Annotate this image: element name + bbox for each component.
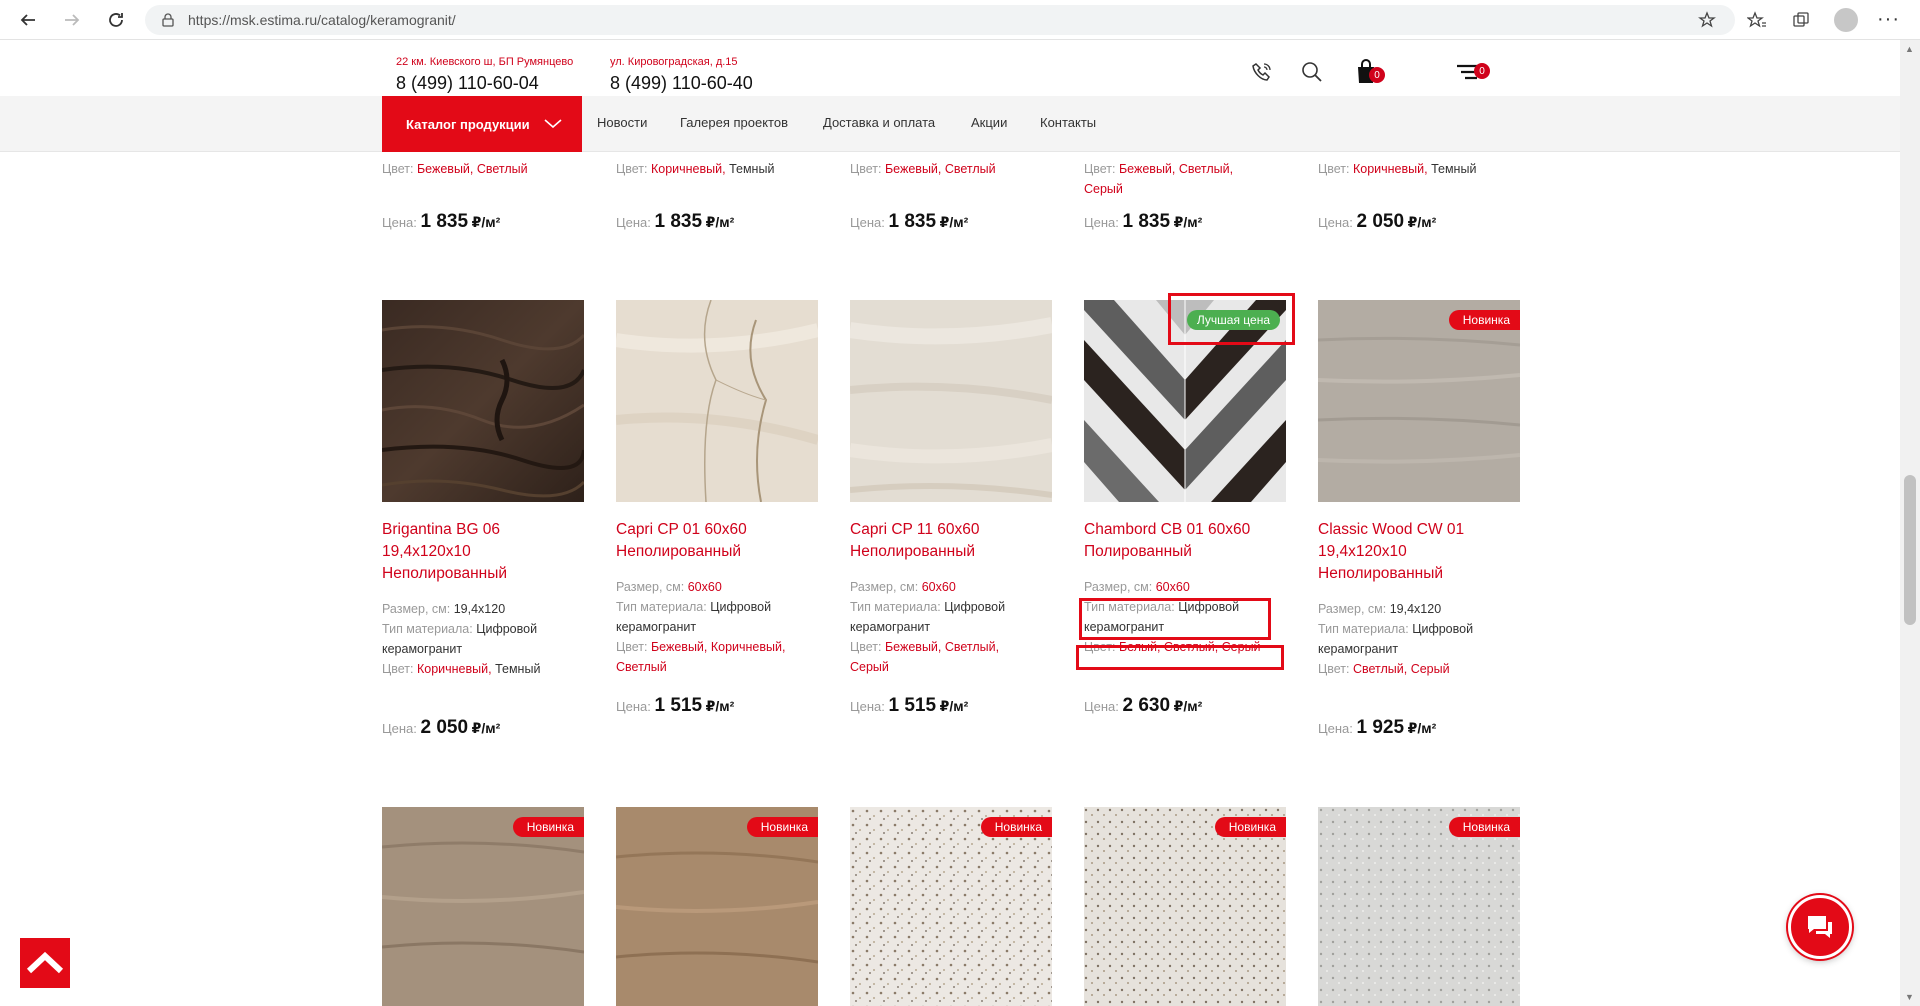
top-card-5-color: Цвет: Коричневый, Темный	[1318, 162, 1477, 176]
favorites-icon[interactable]	[1746, 9, 1768, 31]
product-image-capri-cp11[interactable]	[850, 300, 1052, 502]
address-1: 22 км. Киевского ш, БП Румянцево	[396, 56, 574, 68]
chat-button[interactable]	[1788, 895, 1852, 959]
nav-link-delivery[interactable]: Доставка и оплата	[823, 115, 935, 130]
product-image-classic-wood[interactable]: Новинка	[1318, 300, 1520, 502]
phone-1[interactable]: 8 (499) 110-60-04	[396, 73, 539, 94]
scroll-to-top-button[interactable]	[20, 938, 70, 988]
forward-icon[interactable]	[60, 8, 84, 32]
browser-toolbar: https://msk.estima.ru/catalog/keramogran…	[0, 0, 1920, 40]
product-price-capri-cp01: Цена: 1 515 ₽/м²	[616, 695, 735, 716]
search-icon[interactable]	[1298, 58, 1326, 86]
product-specs-classic-wood: Размер, см: 19,4x120 Тип материала: Цифр…	[1318, 602, 1474, 676]
product-price-chambord: Цена: 2 630 ₽/м²	[1084, 695, 1203, 716]
product-title-classic-wood[interactable]: Classic Wood CW 01 19,4x120x10 Неполиров…	[1318, 519, 1520, 585]
callback-phone-icon[interactable]	[1248, 58, 1276, 86]
badge-new: Новинка	[512, 817, 584, 837]
product-specs-capri-cp01: Размер, см: 60x60 Тип материала: Цифрово…	[616, 580, 786, 674]
product-image-capri-cp01[interactable]	[616, 300, 818, 502]
compare-counter: 0	[1474, 63, 1490, 79]
site-header: 22 км. Киевского ш, БП Румянцево 8 (499)…	[0, 40, 1900, 96]
product-image-bottom-3[interactable]: Новинка	[850, 807, 1052, 1006]
catalog-button[interactable]: Каталог продукции	[382, 96, 582, 152]
main-nav: Каталог продукции Новости Галерея проект…	[0, 96, 1900, 152]
cart-counter: 0	[1369, 67, 1385, 83]
nav-link-contacts[interactable]: Контакты	[1040, 115, 1096, 130]
phone-2[interactable]: 8 (499) 110-60-40	[610, 73, 753, 94]
product-title-capri-cp11[interactable]: Capri CP 11 60x60 Неполированный	[850, 519, 1052, 563]
product-specs-capri-cp11: Размер, см: 60x60 Тип материала: Цифрово…	[850, 580, 1006, 674]
more-menu-icon[interactable]: ···	[1877, 8, 1900, 31]
annotation-box-material	[1079, 598, 1271, 640]
annotation-box-color	[1076, 645, 1284, 670]
product-title-brigantina[interactable]: Brigantina BG 06 19,4x120x10 Неполирован…	[382, 519, 584, 585]
product-image-bottom-5[interactable]: Новинка	[1318, 807, 1520, 1006]
chat-icon	[1808, 916, 1832, 938]
product-title-chambord[interactable]: Chambord CB 01 60x60 Полированный	[1084, 519, 1286, 563]
profile-avatar[interactable]	[1834, 8, 1858, 32]
badge-new: Новинка	[1448, 817, 1520, 837]
product-price-brigantina: Цена: 2 050 ₽/м²	[382, 717, 501, 738]
product-image-bottom-2[interactable]: Новинка	[616, 807, 818, 1006]
favorite-add-icon[interactable]	[1696, 9, 1718, 31]
nav-link-news[interactable]: Новости	[597, 115, 647, 130]
product-price-capri-cp11: Цена: 1 515 ₽/м²	[850, 695, 969, 716]
reload-icon[interactable]	[104, 8, 128, 32]
annotation-box-badge	[1168, 293, 1295, 345]
page-scrollbar[interactable]: ▲ ▼	[1900, 40, 1920, 1006]
lock-icon	[162, 13, 174, 27]
catalog-button-label: Каталог продукции	[406, 116, 530, 132]
top-card-3-price: Цена: 1 835 ₽/м²	[850, 211, 969, 232]
badge-new: Новинка	[746, 817, 818, 837]
badge-new: Новинка	[980, 817, 1052, 837]
top-card-2-color: Цвет: Коричневый, Темный	[616, 162, 775, 176]
top-card-2-price: Цена: 1 835 ₽/м²	[616, 211, 735, 232]
top-card-1-price: Цена: 1 835 ₽/м²	[382, 211, 501, 232]
top-card-4-price: Цена: 1 835 ₽/м²	[1084, 211, 1203, 232]
product-specs-brigantina: Размер, см: 19,4x120 Тип материала: Цифр…	[382, 602, 541, 676]
top-card-5-price: Цена: 2 050 ₽/м²	[1318, 211, 1437, 232]
back-icon[interactable]	[16, 8, 40, 32]
url-text: https://msk.estima.ru/catalog/keramogran…	[188, 12, 456, 28]
badge-new: Новинка	[1448, 310, 1520, 330]
nav-link-gallery[interactable]: Галерея проектов	[680, 115, 788, 130]
top-card-1-color: Цвет: Бежевый, Светлый	[382, 162, 528, 176]
product-title-capri-cp01[interactable]: Capri CP 01 60x60 Неполированный	[616, 519, 818, 563]
address-bar[interactable]: https://msk.estima.ru/catalog/keramogran…	[145, 5, 1735, 35]
product-image-brigantina[interactable]	[382, 300, 584, 502]
scroll-up-arrow-icon[interactable]: ▲	[1905, 44, 1914, 54]
product-image-bottom-4[interactable]: Новинка	[1084, 807, 1286, 1006]
address-2: ул. Кировоградская, д.15	[610, 56, 738, 68]
chevron-up-icon	[26, 951, 64, 974]
badge-new: Новинка	[1214, 817, 1286, 837]
top-card-3-color: Цвет: Бежевый, Светлый	[850, 162, 996, 176]
product-price-classic-wood: Цена: 1 925 ₽/м²	[1318, 717, 1437, 738]
product-image-bottom-1[interactable]: Новинка	[382, 807, 584, 1006]
collections-icon[interactable]	[1790, 9, 1812, 31]
scroll-down-arrow-icon[interactable]: ▼	[1905, 992, 1914, 1002]
scrollbar-thumb[interactable]	[1904, 475, 1916, 625]
nav-link-promotions[interactable]: Акции	[971, 115, 1007, 130]
chevron-down-icon	[544, 119, 562, 129]
top-card-4-color: Цвет: Бежевый, Светлый, Серый	[1084, 162, 1234, 196]
